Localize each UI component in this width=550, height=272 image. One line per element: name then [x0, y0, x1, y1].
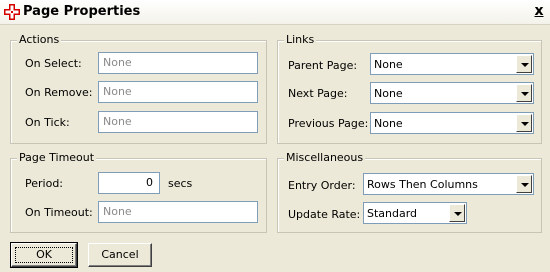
title-bar: Page Properties x — [0, 0, 550, 25]
previous-page-select[interactable]: None — [370, 112, 534, 134]
period-unit: secs — [168, 177, 193, 190]
on-remove-label: On Remove: — [25, 86, 93, 99]
entry-order-select[interactable]: Rows Then Columns — [363, 173, 534, 195]
previous-page-value: None — [374, 117, 403, 130]
ok-button-label: OK — [15, 247, 73, 263]
cancel-button[interactable]: Cancel — [88, 243, 152, 267]
on-select-input[interactable]: None — [98, 52, 258, 74]
period-input[interactable]: 0 — [98, 172, 160, 194]
entry-order-value: Rows Then Columns — [367, 178, 478, 191]
on-tick-label: On Tick: — [25, 116, 70, 129]
page-timeout-group: Page Timeout Period: 0 secs On Timeout: … — [10, 151, 267, 233]
chevron-down-icon[interactable] — [516, 55, 532, 73]
update-rate-label: Update Rate: — [288, 208, 361, 221]
update-rate-select[interactable]: Standard — [363, 202, 467, 224]
parent-page-label: Parent Page: — [288, 59, 358, 72]
on-timeout-input[interactable]: None — [98, 201, 258, 223]
next-page-select[interactable]: None — [370, 82, 534, 104]
chevron-down-icon[interactable] — [516, 175, 532, 193]
update-rate-value: Standard — [367, 207, 418, 220]
chevron-down-icon[interactable] — [516, 84, 532, 102]
links-legend: Links — [284, 33, 317, 47]
ok-button[interactable]: OK — [10, 242, 78, 268]
previous-page-label: Previous Page: — [288, 117, 369, 130]
next-page-value: None — [374, 87, 403, 100]
parent-page-select[interactable]: None — [370, 53, 534, 75]
window-title: Page Properties — [23, 4, 141, 19]
close-icon[interactable]: x — [532, 4, 546, 18]
chevron-down-icon[interactable] — [449, 204, 465, 222]
actions-group: Actions On Select: None On Remove: None … — [10, 33, 267, 144]
entry-order-label: Entry Order: — [288, 179, 356, 192]
red-cross-icon — [4, 4, 20, 20]
miscellaneous-group: Miscellaneous Entry Order: Rows Then Col… — [277, 151, 542, 233]
parent-page-value: None — [374, 58, 403, 71]
page-timeout-legend: Page Timeout — [17, 151, 97, 165]
period-label: Period: — [25, 177, 64, 190]
actions-legend: Actions — [17, 33, 62, 47]
miscellaneous-legend: Miscellaneous — [284, 151, 366, 165]
links-group: Links Parent Page: None Next Page: None … — [277, 33, 542, 144]
chevron-down-icon[interactable] — [516, 114, 532, 132]
next-page-label: Next Page: — [288, 87, 348, 100]
on-tick-input[interactable]: None — [98, 111, 258, 133]
on-timeout-label: On Timeout: — [25, 206, 93, 219]
on-select-label: On Select: — [25, 57, 82, 70]
on-remove-input[interactable]: None — [98, 81, 258, 103]
